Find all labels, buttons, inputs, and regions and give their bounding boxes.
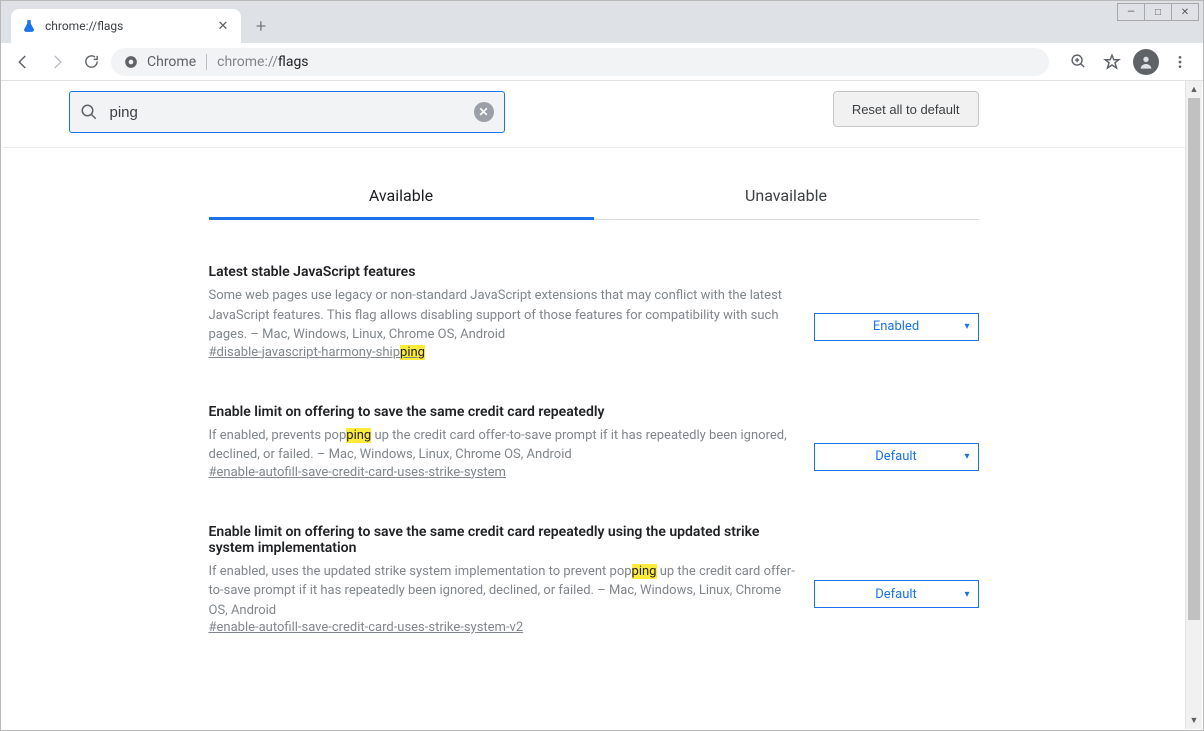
flags-header: ✕ Reset all to default: [2, 81, 1185, 148]
scroll-thumb[interactable]: [1188, 98, 1200, 620]
bookmark-star-icon[interactable]: [1097, 47, 1127, 77]
menu-dots-icon[interactable]: [1165, 47, 1195, 77]
flag-entry: Latest stable JavaScript features Some w…: [209, 220, 979, 360]
tab-strip: chrome://flags ✕ + — □ ✕: [1, 1, 1203, 43]
close-tab-icon[interactable]: ✕: [215, 18, 231, 34]
flag-description: Some web pages use legacy or non-standar…: [209, 286, 796, 345]
address-bar[interactable]: Chrome chrome://flags: [111, 48, 1049, 76]
flag-description: If enabled, prevents popping up the cred…: [209, 426, 796, 465]
flags-search-box[interactable]: ✕: [69, 91, 505, 133]
flag-state-select[interactable]: Enabled: [814, 313, 979, 341]
browser-tab[interactable]: chrome://flags ✕: [11, 9, 241, 43]
flag-title: Latest stable JavaScript features: [209, 264, 796, 280]
browser-window: chrome://flags ✕ + — □ ✕ Chrome chrome:/…: [0, 0, 1204, 731]
toolbar: Chrome chrome://flags: [1, 43, 1203, 81]
scroll-down-icon[interactable]: ▼: [1186, 712, 1202, 729]
back-button[interactable]: [9, 48, 37, 76]
profile-avatar[interactable]: [1131, 47, 1161, 77]
flag-state-select[interactable]: Default: [814, 580, 979, 608]
scroll-track[interactable]: [1186, 98, 1202, 712]
flag-anchor-link[interactable]: #enable-autofill-save-credit-card-uses-s…: [209, 620, 524, 635]
tab-available[interactable]: Available: [209, 176, 594, 220]
new-tab-button[interactable]: +: [247, 12, 275, 40]
zoom-icon[interactable]: [1063, 47, 1093, 77]
scroll-up-icon[interactable]: ▲: [1186, 81, 1202, 98]
flag-title: Enable limit on offering to save the sam…: [209, 524, 796, 556]
minimize-icon[interactable]: —: [1117, 3, 1145, 21]
flag-state-select[interactable]: Default: [814, 443, 979, 471]
clear-search-icon[interactable]: ✕: [474, 102, 494, 122]
reload-button[interactable]: [77, 48, 105, 76]
flag-title: Enable limit on offering to save the sam…: [209, 404, 796, 420]
maximize-icon[interactable]: □: [1144, 3, 1172, 21]
page-content: ✕ Reset all to default Available Unavail…: [2, 81, 1185, 729]
flag-entry: Enable limit on offering to save the sam…: [209, 480, 979, 636]
flags-search-input[interactable]: [108, 103, 474, 122]
tab-unavailable[interactable]: Unavailable: [594, 176, 979, 219]
site-chip: Chrome: [147, 54, 207, 70]
forward-button[interactable]: [43, 48, 71, 76]
flag-description: If enabled, uses the updated strike syst…: [209, 562, 796, 621]
url-text: chrome://flags: [217, 54, 308, 70]
flask-icon: [21, 18, 37, 34]
close-window-icon[interactable]: ✕: [1171, 3, 1199, 21]
flag-anchor-link[interactable]: #enable-autofill-save-credit-card-uses-s…: [209, 465, 506, 480]
tab-title: chrome://flags: [45, 19, 215, 33]
chrome-icon: [123, 54, 139, 70]
window-controls: — □ ✕: [1118, 3, 1199, 21]
reset-all-button[interactable]: Reset all to default: [833, 91, 979, 127]
flag-anchor-link[interactable]: #disable-javascript-harmony-shipping: [209, 345, 425, 360]
vertical-scrollbar[interactable]: ▲ ▼: [1185, 81, 1202, 729]
search-icon: [80, 103, 98, 121]
tabs-row: Available Unavailable: [209, 176, 979, 220]
flag-entry: Enable limit on offering to save the sam…: [209, 360, 979, 480]
